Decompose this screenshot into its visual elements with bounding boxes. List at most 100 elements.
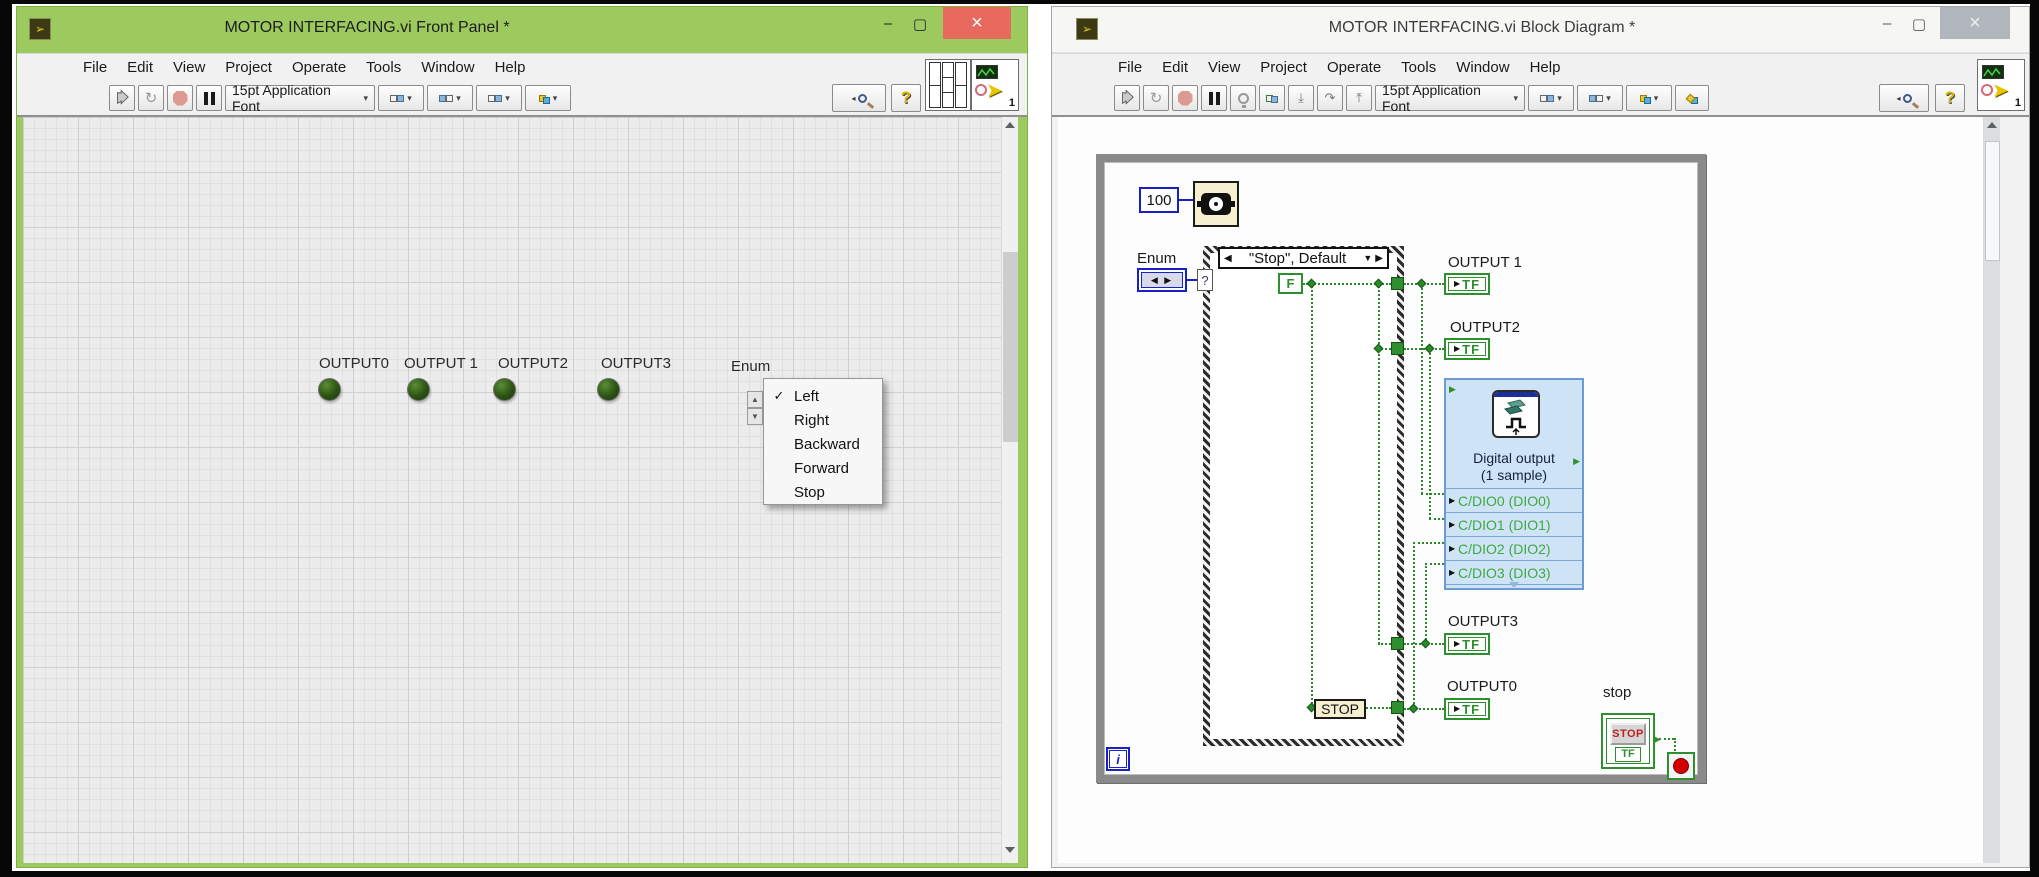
abort-button[interactable] [167, 85, 193, 111]
channel-row[interactable]: ▶ C/DIO1 (DIO1) [1446, 512, 1582, 536]
led-indicator-output3[interactable] [597, 378, 620, 401]
led-indicator-output1[interactable] [407, 378, 430, 401]
loop-condition-terminal[interactable] [1667, 752, 1695, 780]
wire [1413, 542, 1444, 544]
case-selector-label[interactable]: ◀ "Stop", Default ▼ ▶ [1218, 247, 1389, 269]
cleanup-diagram-button[interactable] [1675, 85, 1709, 111]
enum-option-backward[interactable]: Backward [764, 432, 882, 456]
menu-edit[interactable]: Edit [117, 59, 163, 76]
menu-tools[interactable]: Tools [1391, 59, 1446, 76]
enum-option-left[interactable]: ✓ Left [764, 384, 882, 408]
minimize-button[interactable]: – [875, 15, 901, 32]
tf-terminal-output1[interactable]: ▶ TF [1444, 273, 1490, 295]
pause-button[interactable] [196, 85, 222, 111]
enum-label: Enum [731, 358, 771, 375]
menu-operate[interactable]: Operate [282, 59, 356, 76]
channel-row[interactable]: ▶ C/DIO0 (DIO0) [1446, 488, 1582, 512]
vi-icon[interactable]: ➤ 1 [971, 59, 1019, 111]
reorder-dropdown[interactable]: ▾ [525, 85, 571, 111]
case-selector-terminal[interactable]: ? [1197, 269, 1213, 291]
step-out-button[interactable]: ⤒ [1346, 85, 1372, 111]
enum-terminal[interactable]: ◀ ▶ [1137, 268, 1187, 292]
front-panel-titlebar[interactable]: ➢ MOTOR INTERFACING.vi Front Panel * – ▢… [17, 7, 1027, 53]
menu-operate[interactable]: Operate [1317, 59, 1391, 76]
expand-chevron-icon[interactable] [1509, 582, 1519, 587]
align-objects-dropdown[interactable]: ▾ [1528, 85, 1574, 111]
stop-wire-label[interactable]: STOP [1314, 699, 1366, 719]
close-button[interactable]: × [1940, 7, 2010, 39]
tf-terminal-output2[interactable]: ▶ TF [1444, 338, 1490, 360]
channel-row[interactable]: ▶ C/DIO3 (DIO3) [1446, 560, 1582, 584]
reorder-dropdown[interactable]: ▾ [1626, 85, 1672, 111]
tf-terminal-output0[interactable]: ▶ TF [1444, 698, 1490, 720]
step-into-button[interactable]: ⤓ [1288, 85, 1314, 111]
menu-project[interactable]: Project [1250, 59, 1317, 76]
run-button[interactable] [109, 85, 135, 111]
resize-objects-dropdown[interactable]: ▾ [476, 85, 522, 111]
false-constant[interactable]: F [1278, 273, 1303, 294]
step-over-button[interactable]: ↷ [1317, 85, 1343, 111]
search-button[interactable]: ◂ [1879, 84, 1929, 112]
tf-terminal-output3[interactable]: ▶ TF [1444, 633, 1490, 655]
stop-button-terminal[interactable]: STOP TF [1601, 713, 1655, 769]
enum-option-forward[interactable]: Forward [764, 456, 882, 480]
block-diagram-window: ➢ MOTOR INTERFACING.vi Block Diagram * –… [1051, 6, 2030, 868]
menu-edit[interactable]: Edit [1152, 59, 1198, 76]
pause-button[interactable] [1201, 85, 1227, 111]
minimize-button[interactable]: – [1874, 15, 1900, 32]
iteration-terminal[interactable]: i [1106, 747, 1130, 771]
menu-tools[interactable]: Tools [356, 59, 411, 76]
enum-option-stop[interactable]: Stop [764, 480, 882, 504]
distribute-objects-dropdown[interactable]: ▾ [1577, 85, 1623, 111]
menu-file[interactable]: File [1108, 59, 1152, 76]
retain-wire-values-button[interactable] [1259, 85, 1285, 111]
block-diagram-vscrollbar[interactable] [1983, 117, 2000, 863]
scroll-up-icon [1005, 122, 1015, 128]
express-vi-icon [1492, 390, 1540, 438]
help-button[interactable]: ? [1935, 84, 1965, 112]
font-selector[interactable]: 15pt Application Font ▾ [1375, 82, 1525, 114]
run-icon [117, 90, 129, 105]
digital-output-express-vi[interactable]: ▶ ▶ Digital output (1 sample) ▶ C/DIO0 (D… [1444, 378, 1584, 590]
front-panel-canvas[interactable]: OUTPUT0 OUTPUT 1 OUTPUT2 OUTPUT3 Enum ▲ … [23, 117, 1001, 863]
led-indicator-output0[interactable] [318, 378, 341, 401]
wait-ms-icon[interactable] [1193, 181, 1239, 227]
menu-view[interactable]: View [163, 59, 215, 76]
menu-window[interactable]: Window [411, 59, 484, 76]
prev-case-icon: ◀ [1224, 252, 1232, 264]
help-button[interactable]: ? [891, 84, 921, 112]
run-button[interactable] [1114, 85, 1140, 111]
maximize-button[interactable]: ▢ [907, 15, 933, 33]
connector-pane-icon[interactable] [925, 59, 971, 111]
enum-option-right[interactable]: Right [764, 408, 882, 432]
close-button[interactable]: × [943, 7, 1011, 39]
menu-view[interactable]: View [1198, 59, 1250, 76]
channel-row[interactable]: ▶ C/DIO2 (DIO2) [1446, 536, 1582, 560]
case-structure[interactable] [1203, 246, 1404, 746]
front-panel-vscrollbar[interactable] [1001, 117, 1018, 863]
scrollbar-thumb[interactable] [1003, 252, 1018, 442]
led-indicator-output2[interactable] [493, 378, 516, 401]
vi-icon[interactable]: ➤ 1 [1977, 59, 2025, 111]
enum-spinner[interactable]: ▲ ▼ [747, 391, 763, 427]
scrollbar-thumb[interactable] [1985, 141, 2000, 261]
maximize-button[interactable]: ▢ [1906, 15, 1932, 33]
block-diagram-titlebar[interactable]: ➢ MOTOR INTERFACING.vi Block Diagram * –… [1052, 7, 2029, 53]
menu-help[interactable]: Help [485, 59, 536, 76]
highlight-execution-button[interactable] [1230, 85, 1256, 111]
menu-window[interactable]: Window [1446, 59, 1519, 76]
menu-project[interactable]: Project [215, 59, 282, 76]
window-title: MOTOR INTERFACING.vi Block Diagram * [1328, 19, 1636, 36]
block-diagram-canvas[interactable]: 100 Enum ◀ ▶ ? ◀ "Stop", Default ▼ ▶ F O… [1058, 117, 1983, 863]
run-continuous-button[interactable]: ↻ [138, 85, 164, 111]
font-selector[interactable]: 15pt Application Font ▾ [225, 82, 375, 114]
numeric-constant-100[interactable]: 100 [1139, 187, 1179, 213]
align-objects-dropdown[interactable]: ▾ [378, 85, 424, 111]
menu-file[interactable]: File [73, 59, 117, 76]
distribute-objects-dropdown[interactable]: ▾ [427, 85, 473, 111]
abort-button[interactable] [1172, 85, 1198, 111]
menu-help[interactable]: Help [1520, 59, 1571, 76]
search-button[interactable]: ◂ [832, 84, 886, 112]
run-continuous-icon: ↻ [144, 90, 158, 107]
run-continuous-button[interactable]: ↻ [1143, 85, 1169, 111]
